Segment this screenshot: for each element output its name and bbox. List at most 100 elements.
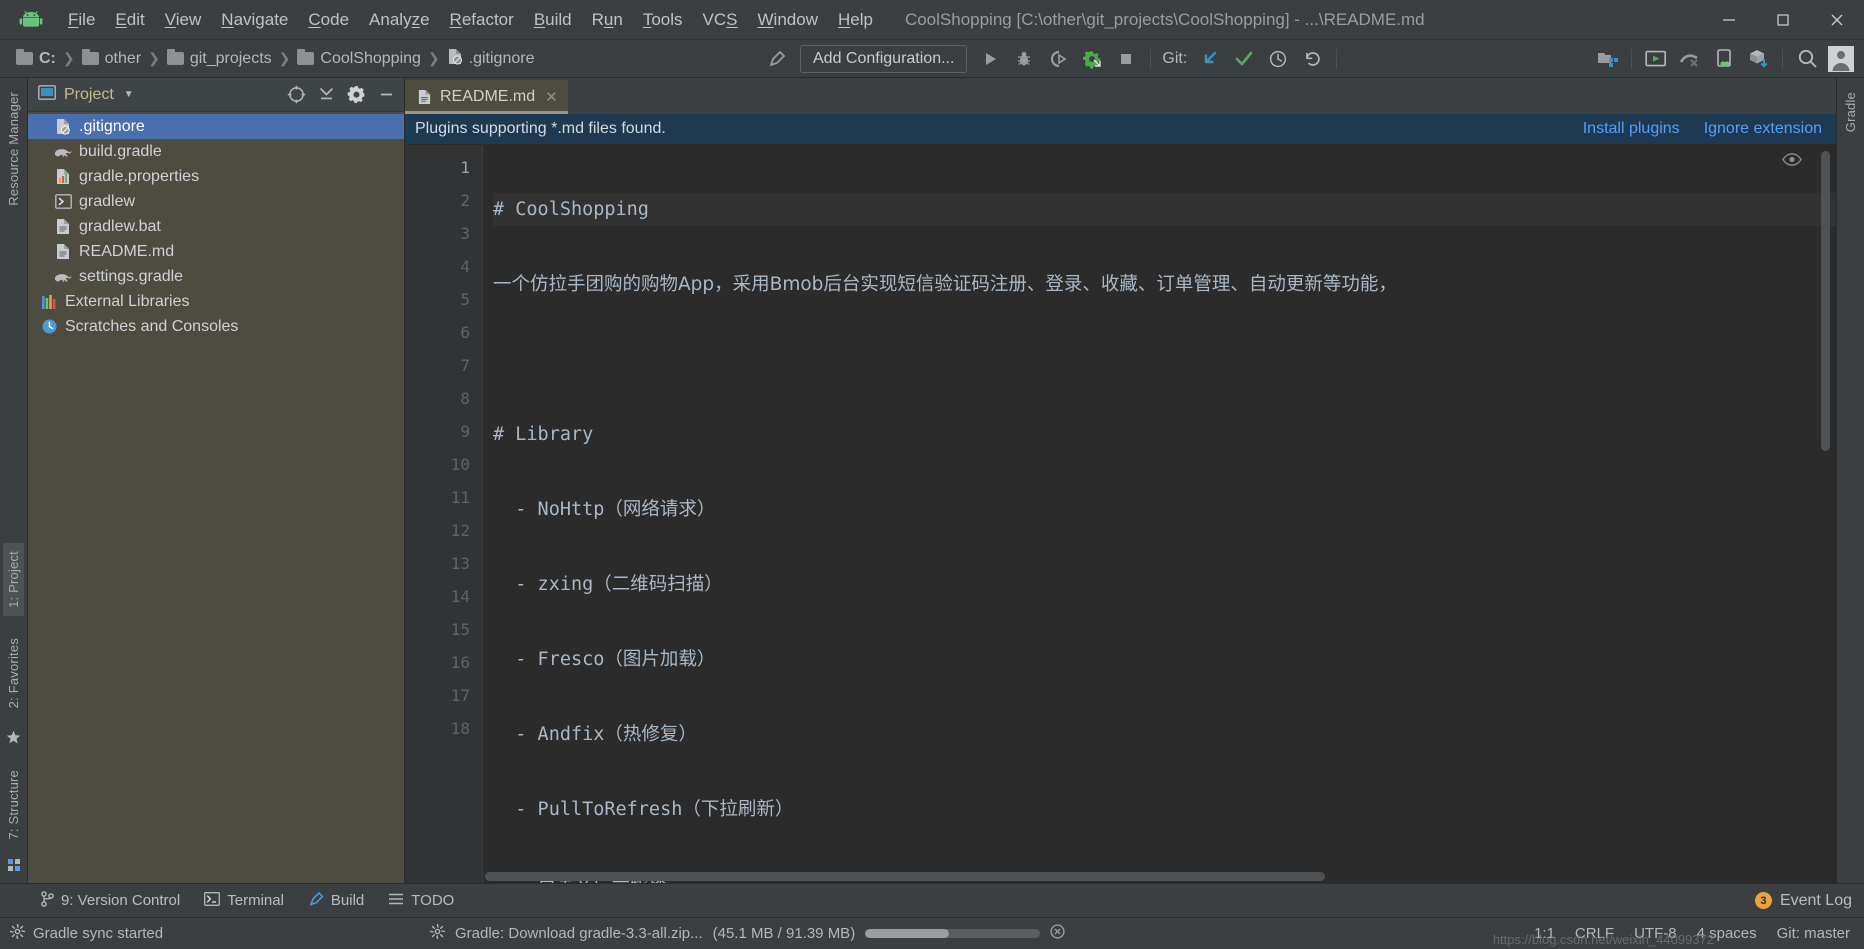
- sdk-manager-icon[interactable]: [1590, 44, 1624, 74]
- menu-analyze[interactable]: Analyze: [359, 6, 440, 34]
- build-hammer-icon[interactable]: [760, 44, 794, 74]
- tree-item-readme[interactable]: README.md: [28, 239, 404, 264]
- add-configuration-button[interactable]: Add Configuration...: [800, 44, 968, 73]
- tree-item-gradlew-bat[interactable]: gradlew.bat: [28, 214, 404, 239]
- line-number: 14: [450, 587, 470, 606]
- preview-eye-icon[interactable]: [1782, 153, 1802, 170]
- run-icon[interactable]: [973, 44, 1007, 74]
- avd-manager-icon[interactable]: [1639, 44, 1673, 74]
- git-label: Git:: [1162, 49, 1188, 67]
- project-tool-window: Project ▼ .gitignore build.gradle gradle…: [28, 78, 405, 883]
- watermark-text: https://blog.csdn.net/weixin_44099372: [1492, 932, 1714, 947]
- android-tools-toolbar: [1590, 44, 1858, 74]
- terminal-icon: [204, 891, 221, 910]
- code-line: - PullToRefresh（下拉刷新）: [493, 799, 794, 820]
- ignore-extension-link[interactable]: Ignore extension: [1704, 120, 1822, 138]
- tree-item-gradle-properties[interactable]: gradle.properties: [28, 164, 404, 189]
- maximize-button[interactable]: [1756, 0, 1810, 40]
- code-text-area[interactable]: # CoolShopping 一个仿拉手团购的购物App，采用Bmob后台实现短…: [483, 145, 1836, 883]
- scrollbar-thumb[interactable]: [485, 872, 1325, 881]
- line-number: 5: [460, 290, 470, 309]
- cancel-task-icon[interactable]: [1050, 924, 1065, 943]
- sidebar-tab-resource-manager[interactable]: Resource Manager: [3, 84, 24, 214]
- chevron-down-icon[interactable]: ▼: [124, 89, 134, 100]
- sidebar-tab-favorites[interactable]: 2: Favorites: [3, 630, 24, 716]
- tree-item-external-libraries[interactable]: External Libraries: [28, 289, 404, 314]
- hide-panel-icon[interactable]: [372, 81, 400, 109]
- editor-vertical-scrollbar[interactable]: [1821, 151, 1830, 843]
- device-file-explorer-icon[interactable]: [1707, 44, 1741, 74]
- line-number: 8: [460, 389, 470, 408]
- close-icon[interactable]: ✕: [545, 88, 558, 106]
- editor-horizontal-scrollbar[interactable]: [485, 872, 1816, 881]
- collapse-all-icon[interactable]: [312, 81, 340, 109]
- menu-code[interactable]: Code: [298, 6, 359, 34]
- search-everywhere-icon[interactable]: [1790, 44, 1824, 74]
- settings-gear-icon[interactable]: [342, 81, 370, 109]
- git-branch-indicator[interactable]: Git: master: [1777, 925, 1850, 942]
- breadcrumb-item-1[interactable]: other: [81, 49, 141, 68]
- scroll-from-source-icon[interactable]: [282, 81, 310, 109]
- editor-tab-readme[interactable]: README.md ✕: [405, 80, 568, 114]
- tree-item-build-gradle[interactable]: build.gradle: [28, 139, 404, 164]
- breadcrumb-item-3[interactable]: CoolShopping: [297, 49, 421, 68]
- avatar[interactable]: [1824, 44, 1858, 74]
- bottom-tab-todo[interactable]: TODO: [376, 888, 466, 914]
- stop-icon[interactable]: [1109, 44, 1143, 74]
- menu-navigate[interactable]: Navigate: [211, 6, 298, 34]
- line-number: 18: [450, 719, 470, 738]
- menu-tools[interactable]: Tools: [633, 6, 693, 34]
- bottom-tab-build[interactable]: Build: [296, 887, 376, 915]
- scrollbar-thumb[interactable]: [1821, 151, 1830, 451]
- menu-refactor[interactable]: Refactor: [440, 6, 524, 34]
- markdown-file-icon: [417, 89, 432, 105]
- code-line: - Andfix（热修复）: [493, 724, 697, 745]
- sidebar-tab-structure[interactable]: 7: Structure: [3, 762, 24, 848]
- menu-vcs[interactable]: VCS: [693, 6, 748, 34]
- line-number: 15: [450, 620, 470, 639]
- git-update-project-icon[interactable]: [1193, 44, 1227, 74]
- git-history-clock-icon[interactable]: [1261, 44, 1295, 74]
- project-tree[interactable]: .gitignore build.gradle gradle.propertie…: [28, 112, 404, 883]
- bottom-tab-label: TODO: [411, 892, 455, 909]
- install-plugins-link[interactable]: Install plugins: [1583, 120, 1680, 138]
- event-log-tab[interactable]: 3 Event Log: [1754, 892, 1864, 910]
- sdk-download-icon[interactable]: [1741, 44, 1775, 74]
- ide-window: File Edit View Navigate Code Analyze Ref…: [0, 0, 1864, 949]
- bottom-tab-label: 9: Version Control: [61, 892, 181, 909]
- close-button[interactable]: [1810, 0, 1864, 40]
- menu-run[interactable]: Run: [582, 6, 633, 34]
- line-number: 1: [460, 158, 470, 177]
- bottom-tab-version-control[interactable]: 9: Version Control: [28, 887, 192, 915]
- tree-item-label: build.gradle: [79, 142, 162, 160]
- task-spinner-icon: [429, 923, 446, 943]
- gitignore-file-icon: [447, 48, 463, 70]
- toolbar-divider: [1150, 48, 1152, 69]
- sidebar-tab-project[interactable]: 1: Project: [3, 543, 24, 617]
- git-commit-icon[interactable]: [1227, 44, 1261, 74]
- debug-bug-icon[interactable]: [1007, 44, 1041, 74]
- menu-file[interactable]: File: [58, 6, 105, 34]
- tree-item-gitignore[interactable]: .gitignore: [28, 114, 404, 139]
- menu-help[interactable]: Help: [828, 6, 883, 34]
- editor-tab-strip: README.md ✕: [405, 78, 1836, 114]
- breadcrumb-item-2[interactable]: git_projects: [166, 49, 272, 68]
- line-number: 13: [450, 554, 470, 573]
- breadcrumb-item-4[interactable]: .gitignore: [447, 48, 534, 70]
- tree-item-gradlew[interactable]: gradlew: [28, 189, 404, 214]
- breadcrumb-item-0[interactable]: C:: [16, 49, 56, 68]
- run-with-coverage-icon[interactable]: [1041, 44, 1075, 74]
- gradle-sync-icon[interactable]: [1075, 44, 1109, 74]
- minimize-button[interactable]: [1702, 0, 1756, 40]
- sidebar-tab-gradle[interactable]: Gradle: [1840, 84, 1861, 140]
- layout-inspector-icon[interactable]: [1673, 44, 1707, 74]
- menu-build[interactable]: Build: [524, 6, 582, 34]
- bottom-tab-terminal[interactable]: Terminal: [192, 888, 296, 914]
- git-rollback-icon[interactable]: [1295, 44, 1329, 74]
- tree-item-settings-gradle[interactable]: settings.gradle: [28, 264, 404, 289]
- menu-edit[interactable]: Edit: [105, 6, 154, 34]
- structure-icon: [7, 852, 21, 879]
- tree-item-scratches-and-consoles[interactable]: Scratches and Consoles: [28, 314, 404, 339]
- menu-view[interactable]: View: [155, 6, 212, 34]
- menu-window[interactable]: Window: [748, 6, 828, 34]
